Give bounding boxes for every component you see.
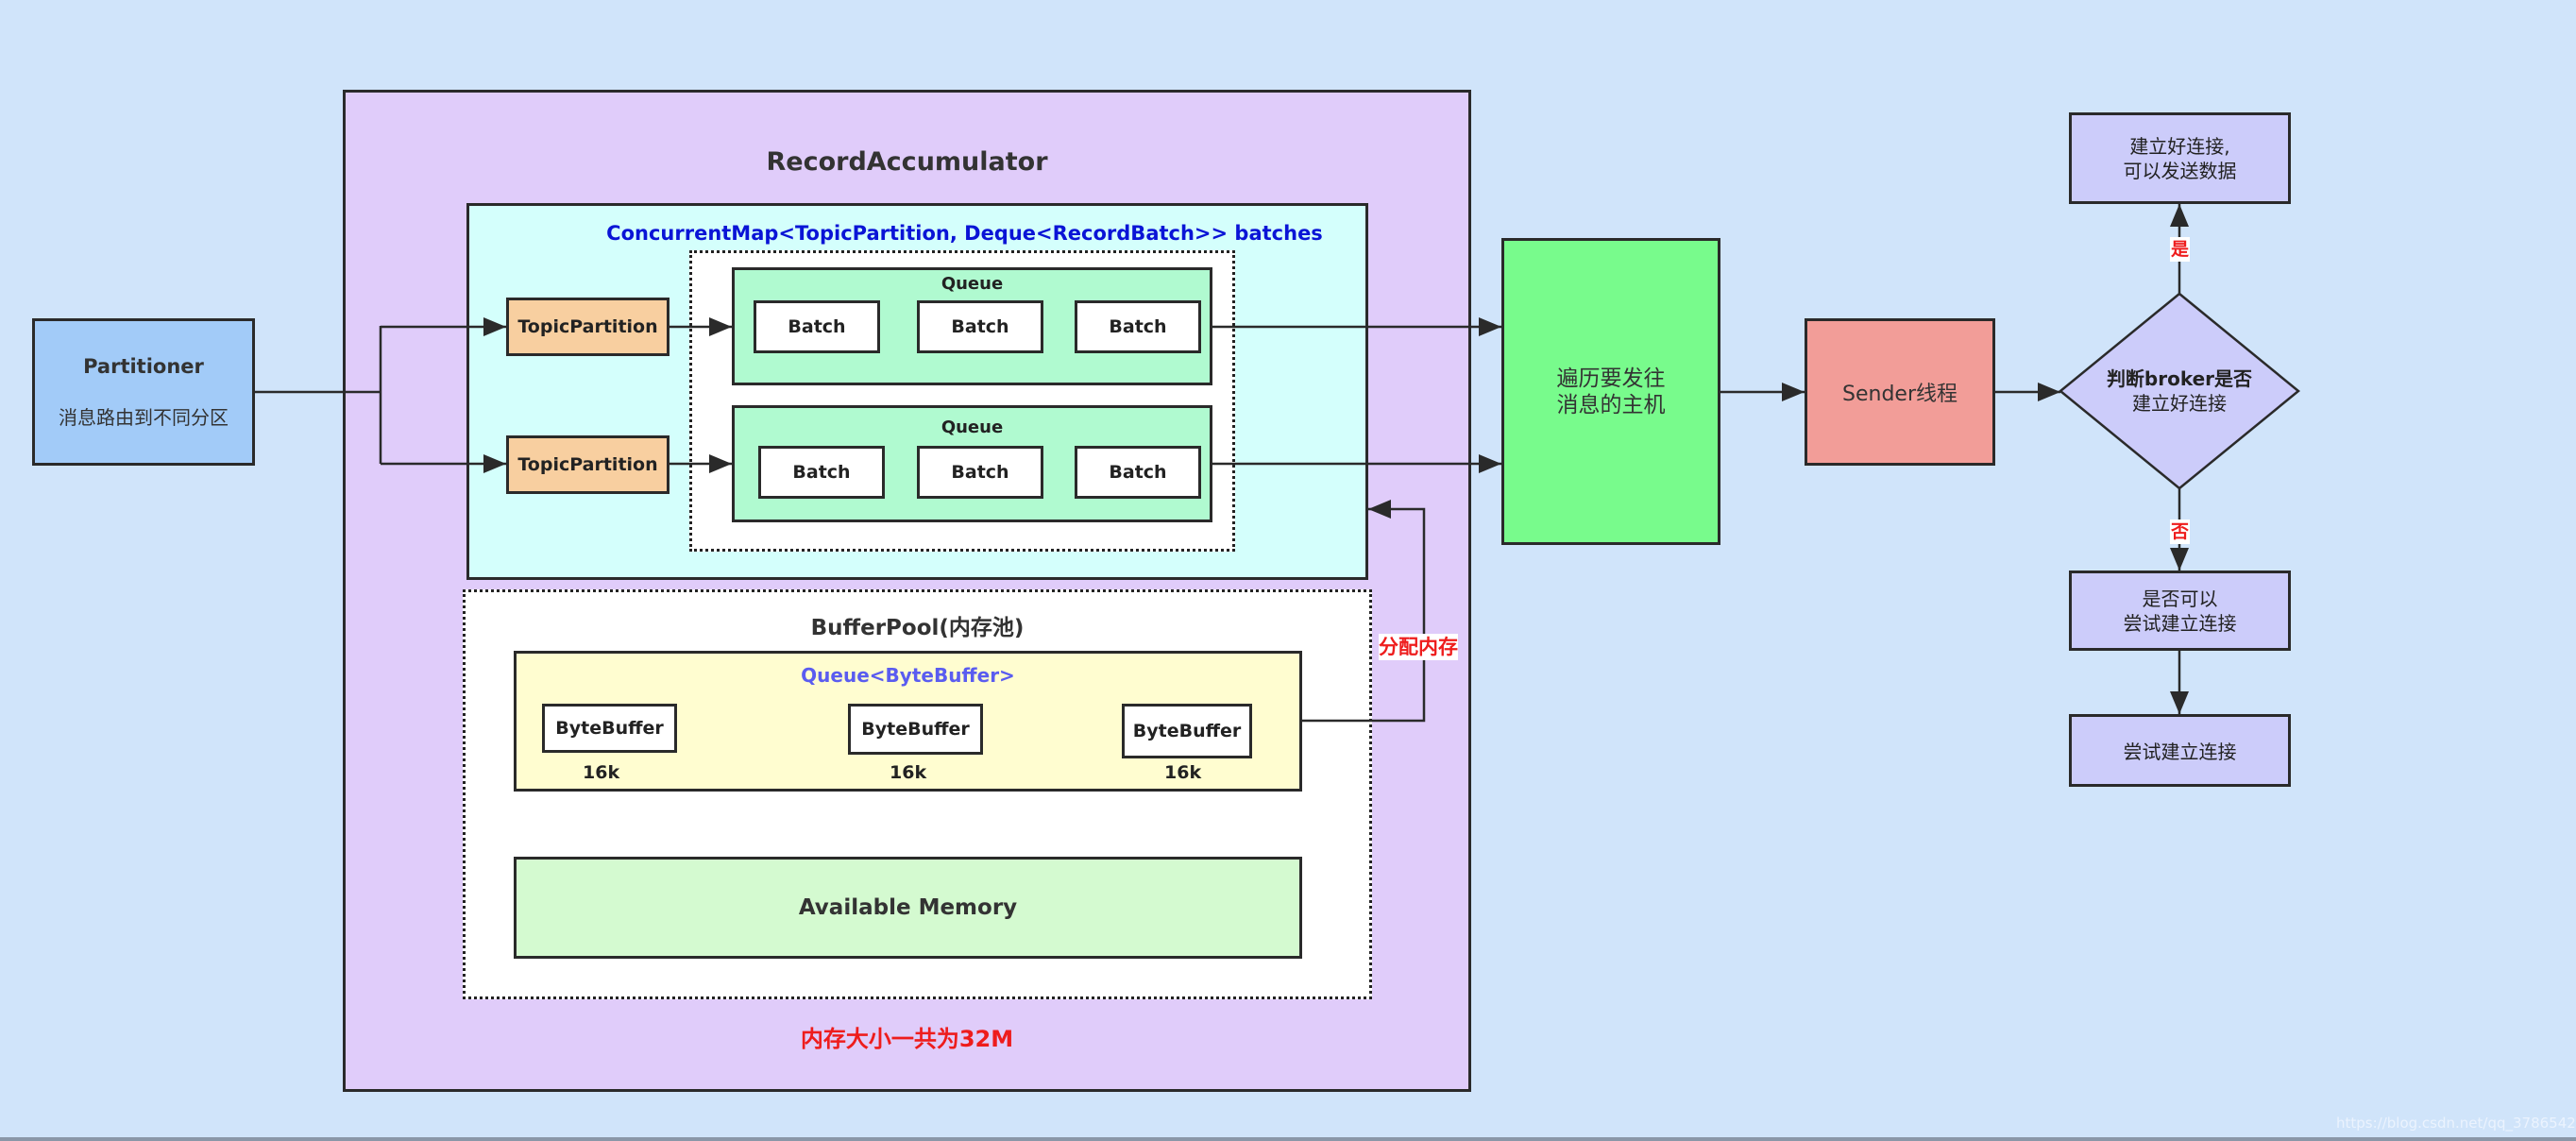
connectors bbox=[255, 204, 2300, 723]
bottom-border bbox=[0, 1137, 2576, 1141]
allocate-memory-label: 分配内存 bbox=[1379, 634, 1458, 660]
watermark: https://blog.csdn.net/qq_37865420 bbox=[2336, 1115, 2576, 1132]
decision-line-1: 判断broker是否 bbox=[2106, 367, 2253, 390]
yes-label: 是 bbox=[2170, 237, 2191, 262]
partitioner-connector bbox=[255, 326, 382, 464]
decision-line-2: 建立好连接 bbox=[2132, 392, 2227, 415]
decision-text: 判断broker是否 建立好连接 bbox=[2060, 294, 2298, 488]
arrow-allocate-memory bbox=[1302, 500, 1426, 723]
no-label: 否 bbox=[2170, 519, 2191, 544]
